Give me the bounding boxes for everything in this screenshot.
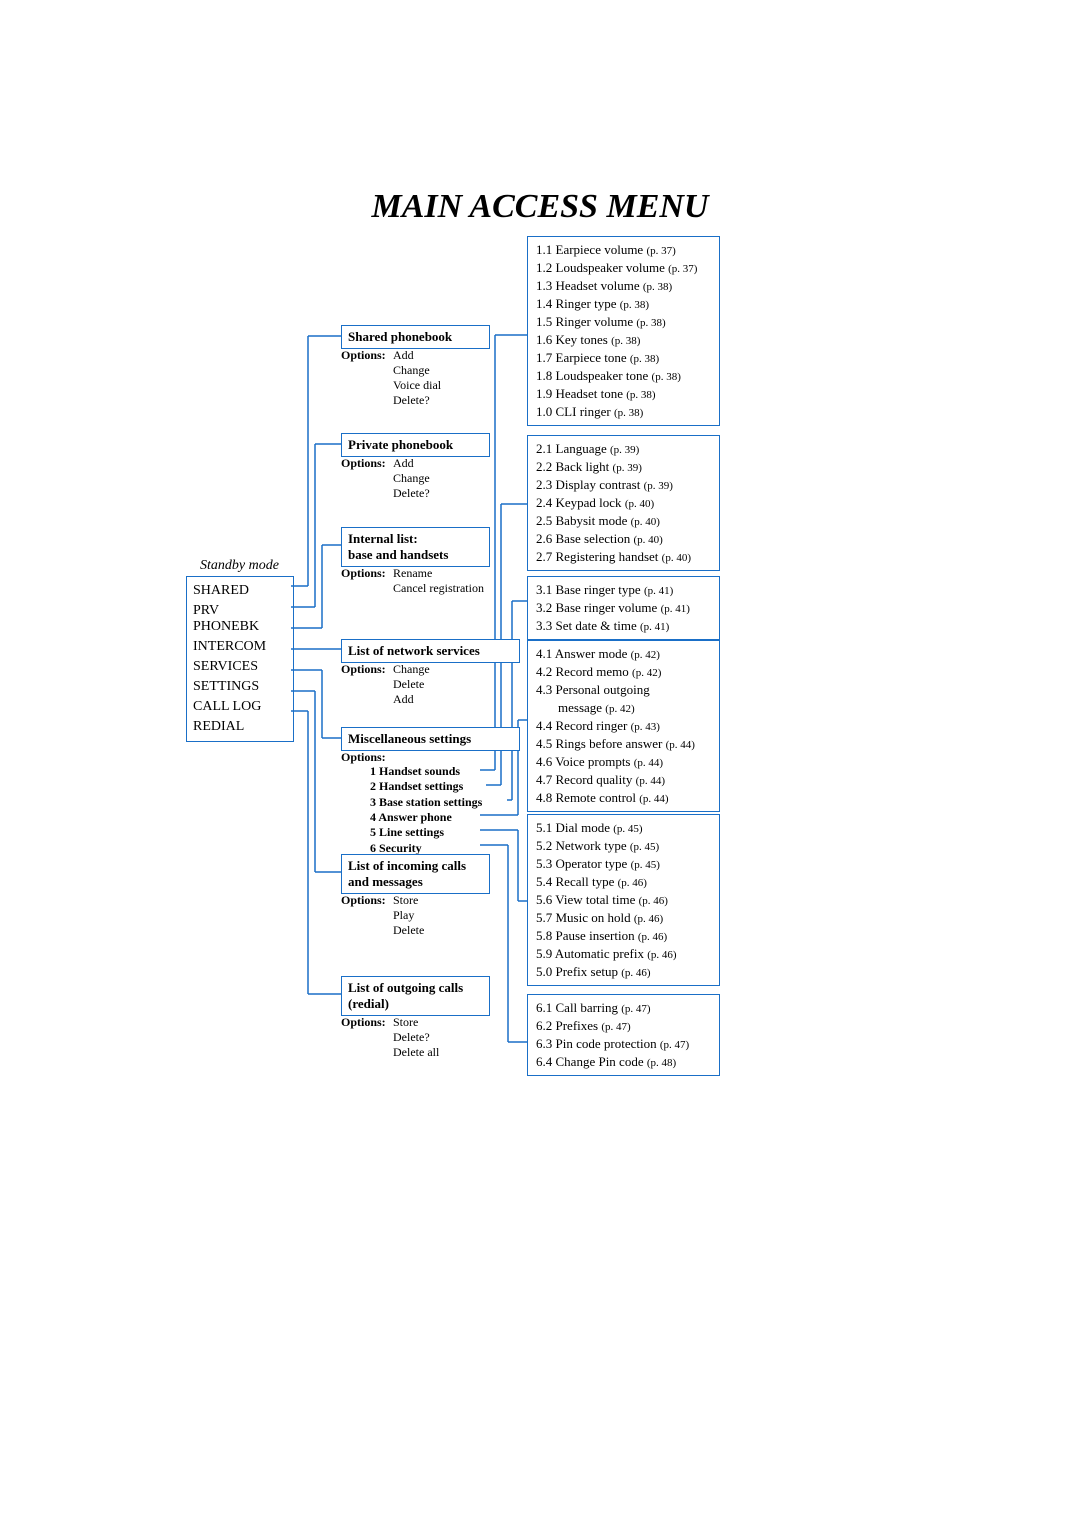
- misc-options: Options:: [341, 750, 393, 765]
- menu-entry: 4.5 Rings before answer (p. 44): [536, 735, 711, 753]
- security-box: 6.1 Call barring (p. 47)6.2 Prefixes (p.…: [527, 994, 720, 1076]
- menu-entry: 6.1 Call barring (p. 47): [536, 999, 711, 1017]
- menu-entry: 1.6 Key tones (p. 38): [536, 331, 711, 349]
- menu-entry: 5.8 Pause insertion (p. 46): [536, 927, 711, 945]
- base-station-box: 3.1 Base ringer type (p. 41)3.2 Base rin…: [527, 576, 720, 640]
- outgoing-options: Options:StoreDelete?Delete all: [341, 1015, 439, 1060]
- menu-entry: 2.1 Language (p. 39): [536, 440, 711, 458]
- menu-entry: 5.6 View total time (p. 46): [536, 891, 711, 909]
- private-options: Options:AddChangeDelete?: [341, 456, 430, 501]
- menu-entry: 4.3 Personal outgoing: [536, 681, 711, 699]
- standby-item: INTERCOM: [193, 637, 287, 657]
- menu-entry: 6.2 Prefixes (p. 47): [536, 1017, 711, 1035]
- standby-item: SERVICES: [193, 657, 287, 677]
- standby-item: CALL LOG: [193, 697, 287, 717]
- menu-entry: 2.6 Base selection (p. 40): [536, 530, 711, 548]
- outgoing-calls-box: List of outgoing calls(redial): [341, 976, 490, 1016]
- menu-entry: 3.3 Set date & time (p. 41): [536, 617, 711, 635]
- incoming-options: Options:StorePlayDelete: [341, 893, 424, 938]
- standby-item: SETTINGS: [193, 677, 287, 697]
- menu-entry: 4.2 Record memo (p. 42): [536, 663, 711, 681]
- menu-entry: 1.0 CLI ringer (p. 38): [536, 403, 711, 421]
- menu-entry: 3.2 Base ringer volume (p. 41): [536, 599, 711, 617]
- standby-item: SHARED: [193, 581, 287, 601]
- handset-sounds-box: 1.1 Earpiece volume (p. 37)1.2 Loudspeak…: [527, 236, 720, 426]
- menu-entry: 3.1 Base ringer type (p. 41): [536, 581, 711, 599]
- menu-entry: 1.8 Loudspeaker tone (p. 38): [536, 367, 711, 385]
- network-services-box: List of network services: [341, 639, 520, 663]
- menu-entry: 5.1 Dial mode (p. 45): [536, 819, 711, 837]
- internal-options: Options:RenameCancel registration: [341, 566, 484, 596]
- services-options: Options:ChangeDeleteAdd: [341, 662, 430, 707]
- menu-entry: 5.4 Recall type (p. 46): [536, 873, 711, 891]
- standby-item: PRV PHONEBK: [193, 601, 287, 637]
- menu-entry: 1.3 Headset volume (p. 38): [536, 277, 711, 295]
- menu-entry: message (p. 42): [536, 699, 711, 717]
- menu-entry: 5.2 Network type (p. 45): [536, 837, 711, 855]
- menu-entry: 5.9 Automatic prefix (p. 46): [536, 945, 711, 963]
- line-settings-box: 5.1 Dial mode (p. 45)5.2 Network type (p…: [527, 814, 720, 986]
- menu-entry: 2.2 Back light (p. 39): [536, 458, 711, 476]
- standby-label: Standby mode: [200, 558, 279, 574]
- answer-phone-box: 4.1 Answer mode (p. 42)4.2 Record memo (…: [527, 640, 720, 812]
- menu-entry: 4.1 Answer mode (p. 42): [536, 645, 711, 663]
- menu-entry: 1.7 Earpiece tone (p. 38): [536, 349, 711, 367]
- internal-list-box: Internal list:base and handsets: [341, 527, 490, 567]
- menu-entry: 1.4 Ringer type (p. 38): [536, 295, 711, 313]
- menu-entry: 5.3 Operator type (p. 45): [536, 855, 711, 873]
- menu-entry: 4.7 Record quality (p. 44): [536, 771, 711, 789]
- menu-entry: 5.7 Music on hold (p. 46): [536, 909, 711, 927]
- menu-entry: 1.9 Headset tone (p. 38): [536, 385, 711, 403]
- menu-entry: 1.5 Ringer volume (p. 38): [536, 313, 711, 331]
- menu-entry: 2.7 Registering handset (p. 40): [536, 548, 711, 566]
- shared-options: Options:AddChangeVoice dialDelete?: [341, 348, 441, 408]
- menu-entry: 1.1 Earpiece volume (p. 37): [536, 241, 711, 259]
- menu-entry: 1.2 Loudspeaker volume (p. 37): [536, 259, 711, 277]
- menu-entry: 5.0 Prefix setup (p. 46): [536, 963, 711, 981]
- menu-entry: 2.5 Babysit mode (p. 40): [536, 512, 711, 530]
- shared-phonebook-box: Shared phonebook: [341, 325, 490, 349]
- standby-menu-box: SHAREDPRV PHONEBKINTERCOMSERVICESSETTING…: [186, 576, 294, 742]
- misc-options-list: 1 Handset sounds2 Handset settings3 Base…: [370, 764, 482, 856]
- menu-entry: 4.4 Record ringer (p. 43): [536, 717, 711, 735]
- private-phonebook-box: Private phonebook: [341, 433, 490, 457]
- menu-entry: 6.3 Pin code protection (p. 47): [536, 1035, 711, 1053]
- menu-entry: 2.4 Keypad lock (p. 40): [536, 494, 711, 512]
- page-title: MAIN ACCESS MENU: [0, 188, 1080, 226]
- misc-settings-box: Miscellaneous settings: [341, 727, 520, 751]
- standby-item: REDIAL: [193, 717, 287, 737]
- menu-entry: 4.8 Remote control (p. 44): [536, 789, 711, 807]
- incoming-calls-box: List of incoming callsand messages: [341, 854, 490, 894]
- menu-entry: 4.6 Voice prompts (p. 44): [536, 753, 711, 771]
- menu-entry: 2.3 Display contrast (p. 39): [536, 476, 711, 494]
- handset-settings-box: 2.1 Language (p. 39)2.2 Back light (p. 3…: [527, 435, 720, 571]
- menu-entry: 6.4 Change Pin code (p. 48): [536, 1053, 711, 1071]
